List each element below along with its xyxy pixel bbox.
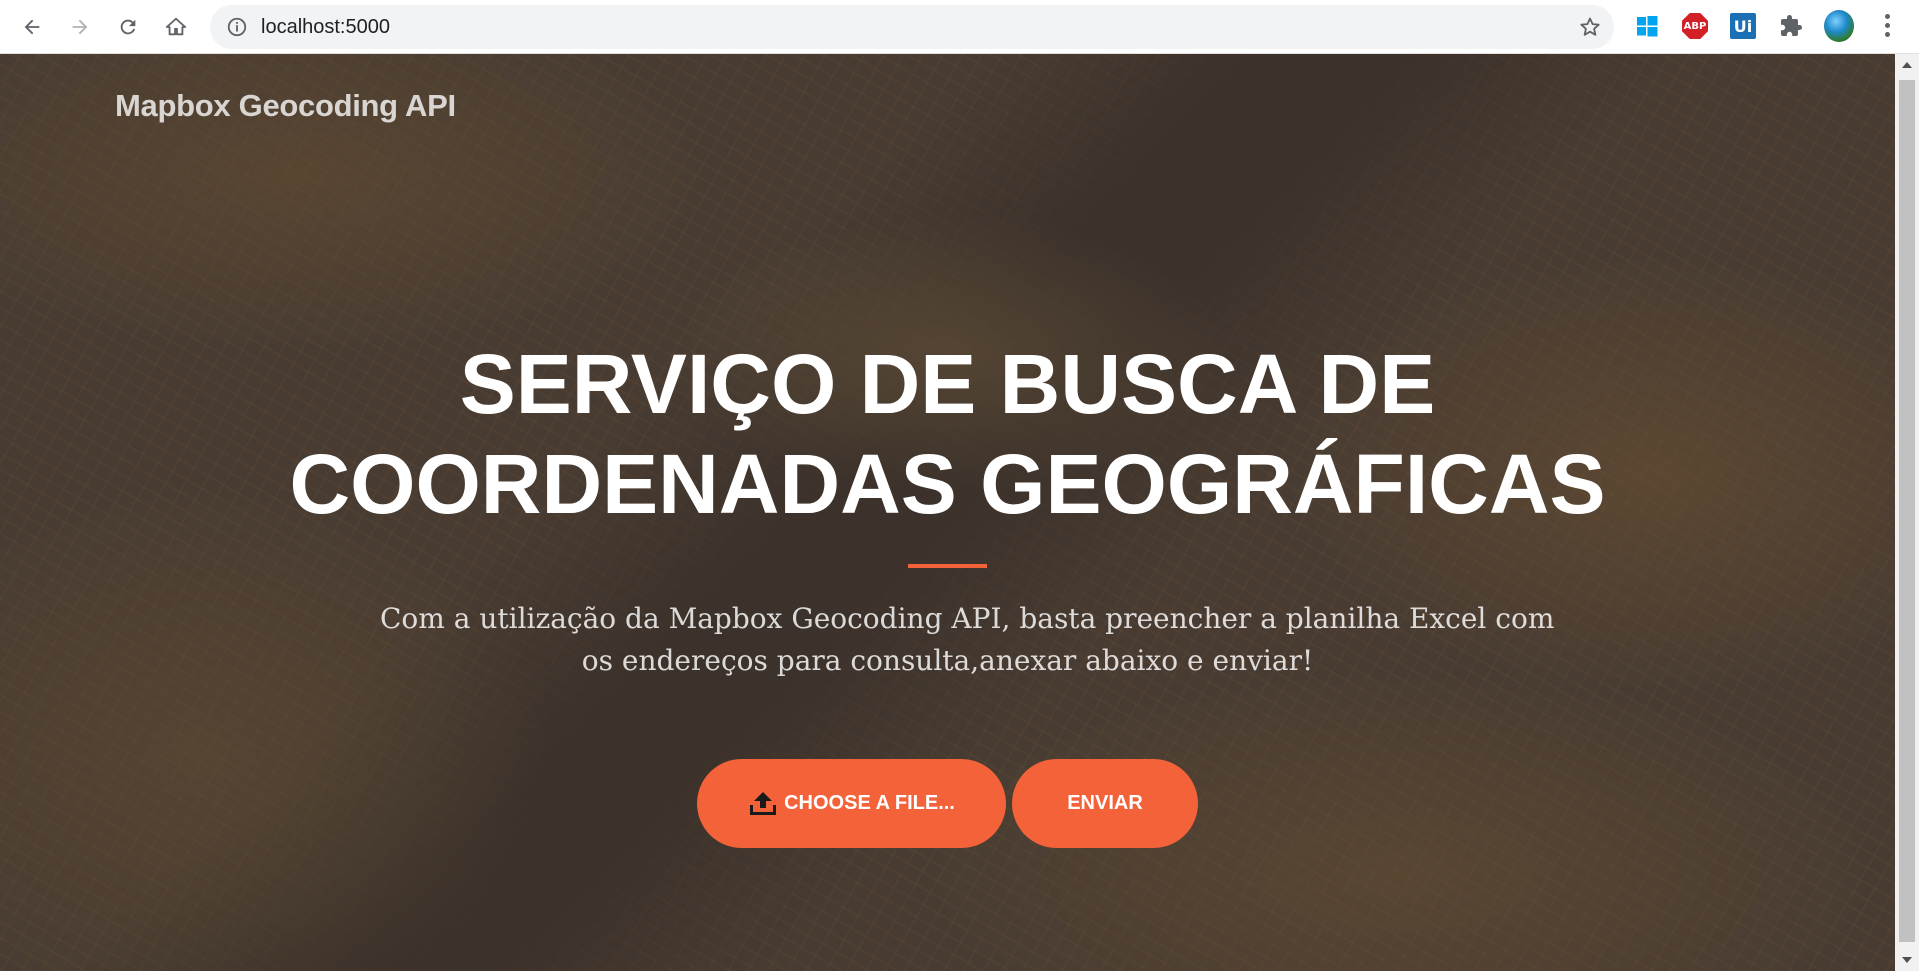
back-button[interactable]: [14, 9, 50, 45]
upload-icon: [750, 791, 777, 815]
ui-badge: Ui: [1730, 13, 1756, 39]
reload-button[interactable]: [110, 9, 146, 45]
hero-section: Mapbox Geocoding API SERVIÇO DE BUSCA DE…: [0, 54, 1895, 971]
forward-button[interactable]: [62, 9, 98, 45]
star-icon[interactable]: [1578, 15, 1602, 39]
scroll-thumb[interactable]: [1899, 80, 1915, 942]
extensions-button[interactable]: [1776, 11, 1806, 41]
choose-file-label: Choose a file...: [784, 792, 955, 814]
windows-logo-icon: [1637, 16, 1658, 37]
abp-badge: ABP: [1682, 13, 1708, 39]
more-vert-icon[interactable]: [1882, 14, 1892, 40]
info-icon[interactable]: [226, 16, 248, 38]
choose-file-button[interactable]: Choose a file...: [697, 759, 1006, 848]
home-icon: [165, 17, 187, 36]
arrow-right-icon: [72, 19, 88, 35]
subtitle-line: os endereços para consulta,anexar abaixo…: [581, 644, 1314, 677]
page-title: SERVIÇO DE BUSCA DE COORDENADAS GEOGRÁFI…: [0, 334, 1895, 534]
reload-icon: [120, 19, 136, 35]
scroll-down-arrow-icon[interactable]: [1902, 957, 1912, 963]
title-divider: [908, 564, 987, 568]
arrow-left-icon: [24, 19, 40, 35]
send-button[interactable]: ENVIAR: [1012, 759, 1198, 848]
home-button[interactable]: [158, 9, 194, 45]
profile-button[interactable]: [1824, 10, 1854, 42]
page-title-line: SERVIÇO DE BUSCA DE: [459, 337, 1436, 431]
subtitle-line: Com a utilização da Mapbox Geocoding API…: [380, 602, 1555, 635]
vertical-scrollbar[interactable]: [1895, 54, 1919, 971]
url-text[interactable]: localhost:5000: [261, 5, 390, 49]
windows-extension-icon[interactable]: [1632, 11, 1662, 41]
scroll-up-arrow-icon[interactable]: [1902, 62, 1912, 68]
browser-toolbar: localhost:5000 ABP Ui: [0, 0, 1919, 54]
page-title-line: COORDENADAS GEOGRÁFICAS: [289, 437, 1606, 531]
adblock-extension-icon[interactable]: ABP: [1680, 11, 1710, 41]
ui-extension-icon[interactable]: Ui: [1728, 11, 1758, 41]
address-bar[interactable]: localhost:5000: [210, 5, 1614, 49]
puzzle-icon: [1781, 15, 1802, 36]
hero-subtitle: Com a utilização da Mapbox Geocoding API…: [380, 598, 1555, 682]
navbar-brand[interactable]: Mapbox Geocoding API: [115, 88, 456, 124]
avatar: [1824, 10, 1854, 42]
